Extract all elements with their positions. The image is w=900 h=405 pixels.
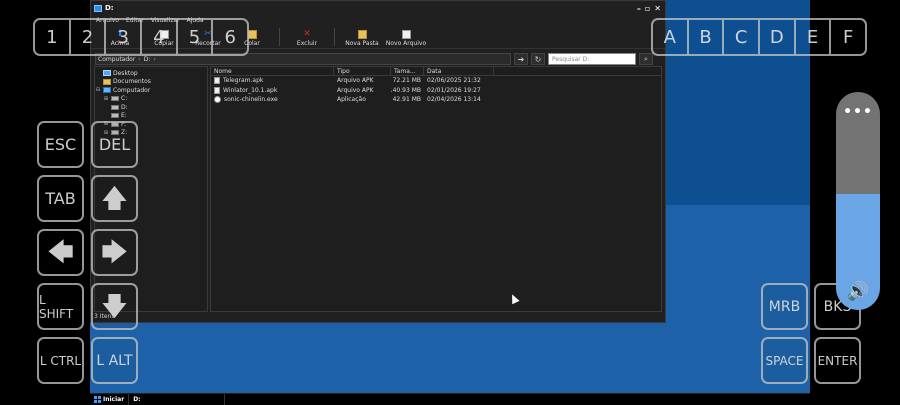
apk-file-icon (214, 86, 220, 94)
left-arrow-key[interactable]: 🡄 (37, 229, 84, 276)
new-folder-icon (357, 30, 367, 39)
chevron-right-icon: › (153, 55, 156, 63)
tree-item-d[interactable]: D: (95, 103, 207, 112)
speaker-icon: 🔊 (846, 281, 870, 302)
expand-icon[interactable]: ⊞ (103, 96, 109, 102)
key-esc[interactable]: ESC (37, 121, 84, 168)
file-list-header: Nome Tipo Tama... Data (211, 67, 661, 76)
drive-icon (111, 113, 119, 119)
file-list: Nome Tipo Tama... Data Telegram.apk Arqu… (210, 66, 662, 312)
folder-icon (103, 78, 111, 85)
taskbar-item-d[interactable]: D: (129, 394, 226, 405)
start-button[interactable]: Iniciar (90, 394, 130, 405)
refresh-button[interactable]: ↻ (531, 53, 545, 65)
key-6[interactable]: 6 (213, 20, 247, 54)
minimize-button[interactable]: – (637, 4, 641, 13)
column-header-name[interactable]: Nome (211, 67, 334, 75)
drive-icon (111, 104, 119, 110)
window-title: D: (105, 4, 114, 12)
key-2[interactable]: 2 (71, 20, 107, 54)
column-header-date[interactable]: Data (424, 67, 494, 75)
tree-item-computador[interactable]: ⊟ Computador (95, 86, 207, 95)
search-input[interactable]: Pesquisar D: (548, 53, 636, 65)
key-mrb[interactable]: MRB (761, 283, 808, 330)
tree-item-e[interactable]: E: (95, 112, 207, 121)
tree-item-c[interactable]: ⊞ C: (95, 95, 207, 104)
breadcrumb-computador[interactable]: Computador (98, 56, 135, 63)
key-lctrl[interactable]: L CTRL (37, 337, 84, 384)
volume-slider[interactable]: ••• 🔊 (836, 92, 880, 310)
column-header-type[interactable]: Tipo (334, 67, 391, 75)
collapse-icon[interactable]: ⊟ (95, 87, 101, 93)
taskbar: Iniciar D: (90, 393, 810, 405)
toolbar-nova-pasta-button[interactable]: Nova Pasta (341, 26, 383, 48)
right-arrow-key[interactable]: 🡆 (91, 229, 138, 276)
key-d[interactable]: D (760, 20, 796, 54)
number-keys-row: 1 2 3 4 5 6 (33, 18, 249, 56)
key-5[interactable]: 5 (178, 20, 214, 54)
go-arrow-button[interactable]: ➜ (514, 53, 528, 65)
key-4[interactable]: 4 (142, 20, 178, 54)
file-row[interactable]: sonic-chinelin.exe Aplicação 42.91 MB 02… (211, 95, 661, 105)
desktop-icon (103, 70, 111, 77)
breadcrumb-d[interactable]: D: (144, 56, 151, 63)
search-icon[interactable]: ⌕ (639, 53, 653, 65)
new-file-icon (401, 30, 411, 39)
apk-file-icon (214, 77, 220, 85)
drive-icon (111, 96, 119, 102)
key-f[interactable]: F (831, 20, 865, 54)
column-header-size[interactable]: Tama... (391, 67, 424, 75)
letter-keys-row: A B C D E F (651, 18, 867, 56)
key-del[interactable]: DEL (91, 121, 138, 168)
close-button[interactable]: ✕ (654, 4, 661, 13)
key-lshift[interactable]: L SHIFT (37, 283, 84, 330)
key-enter[interactable]: ENTER (814, 337, 861, 384)
tree-item-desktop[interactable]: Desktop (95, 69, 207, 78)
key-tab[interactable]: TAB (37, 175, 84, 222)
key-space[interactable]: SPACE (761, 337, 808, 384)
computer-icon (103, 87, 111, 94)
toolbar-novo-arquivo-button[interactable]: Novo Arquivo (385, 26, 427, 48)
more-options-icon[interactable]: ••• (836, 104, 880, 120)
key-a[interactable]: A (653, 20, 689, 54)
window-titlebar[interactable]: D: – ▫ ✕ (91, 1, 665, 15)
key-e[interactable]: E (796, 20, 832, 54)
delete-icon: ✕ (303, 29, 311, 39)
file-row[interactable]: Winlator_10.1.apk Arquivo APK 140.93 MB … (211, 86, 661, 96)
exe-file-icon (214, 96, 221, 104)
windows-logo-icon (94, 396, 101, 403)
key-c[interactable]: C (724, 20, 761, 54)
maximize-button[interactable]: ▫ (645, 4, 650, 13)
tree-item-documentos[interactable]: Documentos (95, 78, 207, 87)
window-icon (94, 4, 102, 12)
key-lalt[interactable]: L ALT (91, 337, 138, 384)
key-b[interactable]: B (689, 20, 725, 54)
file-row[interactable]: Telegram.apk Arquivo APK 72.21 MB 02/06/… (211, 76, 661, 86)
toolbar-excluir-button[interactable]: ✕ Excluir (286, 26, 328, 48)
chevron-right-icon: › (138, 55, 141, 63)
up-arrow-key[interactable]: 🡅 (91, 175, 138, 222)
key-3[interactable]: 3 (106, 20, 143, 54)
key-1[interactable]: 1 (35, 20, 71, 54)
down-arrow-key[interactable]: 🡇 (91, 283, 138, 330)
